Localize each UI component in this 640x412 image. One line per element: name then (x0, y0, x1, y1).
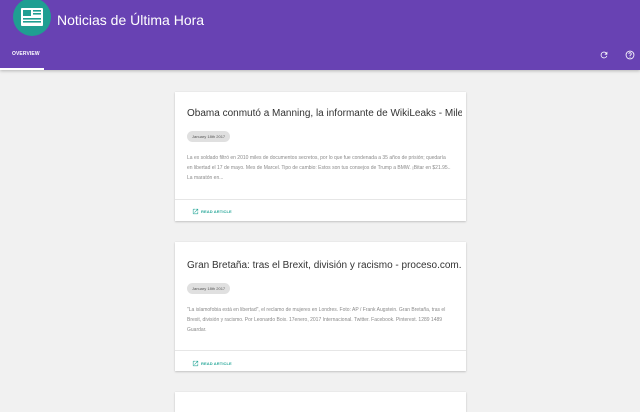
newspaper-logo-icon (13, 0, 51, 36)
tab-overview[interactable]: OVERVIEW (0, 48, 44, 70)
read-article-button[interactable]: READ ARTICLE (192, 206, 232, 216)
refresh-icon (600, 51, 608, 59)
read-article-label: READ ARTICLE (201, 360, 232, 366)
article-card (175, 392, 466, 412)
article-title[interactable]: Obama conmutó a Manning, la informante d… (187, 107, 462, 120)
app-bar: Noticias de Última Hora OVERVIEW (0, 0, 640, 70)
card-divider (175, 199, 466, 200)
card-divider (175, 350, 466, 351)
open-in-new-icon (192, 360, 199, 366)
article-card: Obama conmutó a Manning, la informante d… (175, 92, 466, 221)
help-button[interactable] (623, 48, 637, 62)
refresh-button[interactable] (597, 48, 611, 62)
open-in-new-icon (192, 208, 199, 214)
date-chip: January 18th 2017 (187, 283, 231, 294)
article-summary: La ex soldado filtró en 2010 miles de do… (187, 155, 451, 181)
read-article-button[interactable]: READ ARTICLE (192, 358, 232, 368)
tab-overview-label: OVERVIEW (12, 51, 40, 57)
date-chip: January 18th 2017 (187, 131, 231, 142)
help-icon (625, 50, 635, 60)
app-title: Noticias de Última Hora (57, 12, 205, 28)
article-title[interactable]: Gran Bretaña: tras el Brexit, división y… (187, 259, 462, 272)
article-card: Gran Bretaña: tras el Brexit, división y… (175, 242, 466, 371)
article-summary: "La islamofobia está en libertad", el re… (187, 307, 446, 333)
read-article-label: READ ARTICLE (201, 208, 232, 214)
tab-active-indicator (0, 68, 44, 70)
